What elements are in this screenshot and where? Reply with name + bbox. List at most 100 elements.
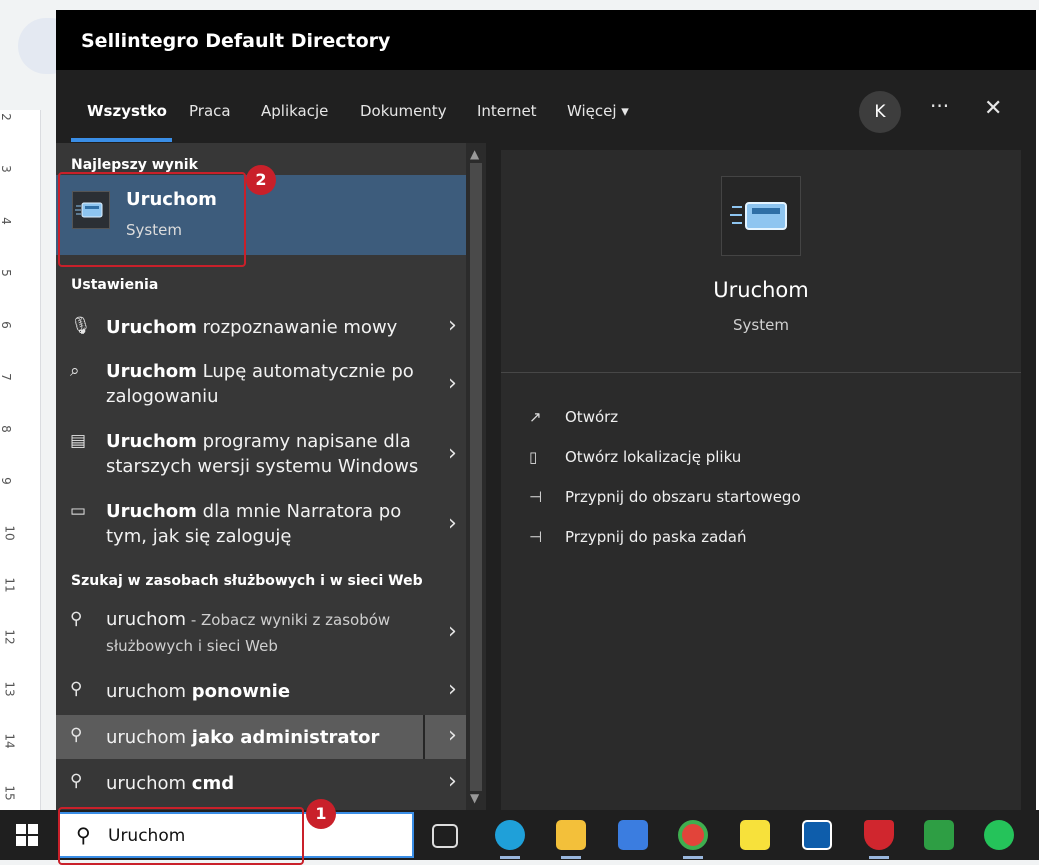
list-item[interactable]: ⌕ Uruchom Lupę automatycznie po zalogowa… (56, 355, 466, 421)
row-divider (423, 715, 425, 759)
teamviewer-icon[interactable] (802, 820, 832, 850)
section-settings: Ustawienia (71, 277, 159, 293)
ruler-number: 13 (2, 681, 17, 697)
ruler-number: 7 (0, 373, 13, 381)
ruler-number: 11 (2, 577, 17, 593)
scroll-thumb[interactable] (470, 163, 482, 791)
chevron-right-icon[interactable]: › (448, 619, 457, 644)
list-item[interactable]: ▤ Uruchom programy napisane dla starszyc… (56, 425, 466, 491)
result-term: uruchom (106, 681, 192, 702)
annotation-badge-2: 2 (246, 165, 276, 195)
magnifier-icon: ⌕ (70, 361, 80, 381)
action-pin-taskbar[interactable]: ⊣ Przypnij do paska zadań (529, 528, 747, 546)
result-bold: ponownie (191, 681, 291, 702)
ruler-number: 9 (0, 477, 13, 485)
result-bold: cmd (191, 773, 235, 794)
action-label: Otwórz lokalizację pliku (565, 448, 742, 466)
result-text: rozpoznawanie mowy (196, 317, 398, 338)
open-icon: ↗ (529, 408, 542, 426)
windows-start-icon[interactable] (16, 824, 38, 846)
result-term: uruchom (106, 773, 192, 794)
taskbar-search-input[interactable]: ⚲ Uruchom (58, 807, 414, 865)
compatibility-icon: ▤ (70, 431, 87, 451)
running-indicator (561, 856, 581, 859)
result-term: uruchom (106, 727, 192, 748)
action-label: Otwórz (565, 408, 619, 426)
action-open-file-location[interactable]: ▯ Otwórz lokalizację pliku (529, 448, 741, 466)
divider (501, 372, 1021, 373)
pin-icon: ⊣ (529, 528, 543, 546)
sticky-notes-icon[interactable] (740, 820, 770, 850)
list-item[interactable]: ⚲ uruchom cmd › (56, 761, 466, 805)
tab-all[interactable]: Wszystko (87, 102, 167, 120)
action-label: Przypnij do paska zadań (565, 528, 747, 546)
list-item[interactable]: ⚲ uruchom - Zobacz wyniki z zasobów służ… (56, 603, 466, 663)
file-explorer-icon[interactable] (556, 820, 586, 850)
tab-documents[interactable]: Dokumenty (360, 102, 447, 120)
run-dialog-large-icon (721, 176, 801, 256)
result-bold: Uruchom (106, 431, 197, 452)
list-item[interactable]: ▭ Uruchom dla mnie Narratora po tym, jak… (56, 495, 466, 561)
taskbar: ⚲ Uruchom 1 (0, 799, 1039, 865)
tab-internet[interactable]: Internet (477, 102, 537, 120)
result-term: uruchom (106, 609, 187, 630)
ruler-number: 6 (0, 321, 13, 329)
ruler-number: 2 (0, 113, 13, 121)
background-menubar (0, 0, 1039, 8)
ruler-number: 4 (0, 217, 13, 225)
running-indicator (683, 856, 703, 859)
close-icon[interactable]: ✕ (984, 96, 1002, 121)
section-web-search: Szukaj w zasobach służbowych i w sieci W… (71, 573, 423, 589)
annotation-box-2 (58, 172, 246, 267)
scroll-up-icon[interactable]: ▲ (470, 147, 479, 161)
list-item[interactable]: 🎙 Uruchom rozpoznawanie mowy › (56, 305, 466, 351)
chevron-right-icon[interactable]: › (448, 313, 457, 338)
search-icon: ⚲ (70, 679, 83, 699)
list-item[interactable]: ⚲ uruchom jako administrator › (56, 715, 466, 759)
list-item[interactable]: ⚲ uruchom ponownie › (56, 669, 466, 713)
task-view-icon[interactable] (432, 824, 458, 848)
results-scrollbar[interactable]: ▲ ▼ (466, 143, 486, 810)
preview-title: Uruchom (713, 278, 809, 302)
edge-icon[interactable] (495, 820, 525, 850)
chevron-right-icon[interactable]: › (448, 769, 457, 794)
preview-pane: Uruchom System ↗ Otwórz ▯ Otwórz lokalizac… (501, 150, 1021, 810)
tab-work[interactable]: Praca (189, 102, 231, 120)
chat-icon[interactable] (924, 820, 954, 850)
tab-apps[interactable]: Aplikacje (261, 102, 328, 120)
shield-icon[interactable] (864, 820, 894, 850)
ruler-number: 10 (2, 525, 17, 541)
running-indicator (500, 856, 520, 859)
scroll-down-icon[interactable]: ▼ (470, 791, 479, 805)
annotation-box-1 (58, 807, 304, 865)
whatsapp-icon[interactable] (984, 820, 1014, 850)
vertical-ruler: 2 3 4 5 6 7 8 9 10 11 12 13 14 15 (0, 110, 41, 810)
action-label: Przypnij do obszaru startowego (565, 488, 801, 506)
ruler-number: 15 (2, 785, 17, 801)
search-icon: ⚲ (70, 609, 83, 629)
ruler-number: 12 (2, 629, 17, 645)
avatar[interactable]: K (859, 91, 901, 133)
file-location-icon: ▯ (529, 448, 538, 466)
pin-icon: ⊣ (529, 488, 543, 506)
active-tab-indicator (71, 138, 172, 142)
tab-more[interactable]: Więcej ▾ (567, 102, 629, 120)
store-icon[interactable] (618, 820, 648, 850)
window-title: Sellintegro Default Directory (81, 30, 391, 52)
tab-bar: Wszystko Praca Aplikacje Dokumenty Inter… (56, 70, 1036, 143)
result-bold: Uruchom (106, 501, 197, 522)
chevron-right-icon[interactable]: › (448, 371, 457, 396)
running-indicator (869, 856, 889, 859)
microphone-icon: 🎙 (70, 316, 92, 336)
chevron-right-icon[interactable]: › (448, 677, 457, 702)
chevron-right-icon[interactable]: › (448, 511, 457, 536)
action-pin-start[interactable]: ⊣ Przypnij do obszaru startowego (529, 488, 801, 506)
ruler-number: 5 (0, 269, 13, 277)
start-search-panel: Sellintegro Default Directory Wszystko P… (56, 10, 1036, 810)
chevron-right-icon[interactable]: › (448, 441, 457, 466)
action-open[interactable]: ↗ Otwórz (529, 408, 618, 426)
narrator-icon: ▭ (70, 501, 87, 521)
chrome-icon[interactable] (678, 820, 708, 850)
chevron-right-icon[interactable]: › (448, 723, 457, 748)
more-options-icon[interactable]: ··· (930, 94, 949, 118)
